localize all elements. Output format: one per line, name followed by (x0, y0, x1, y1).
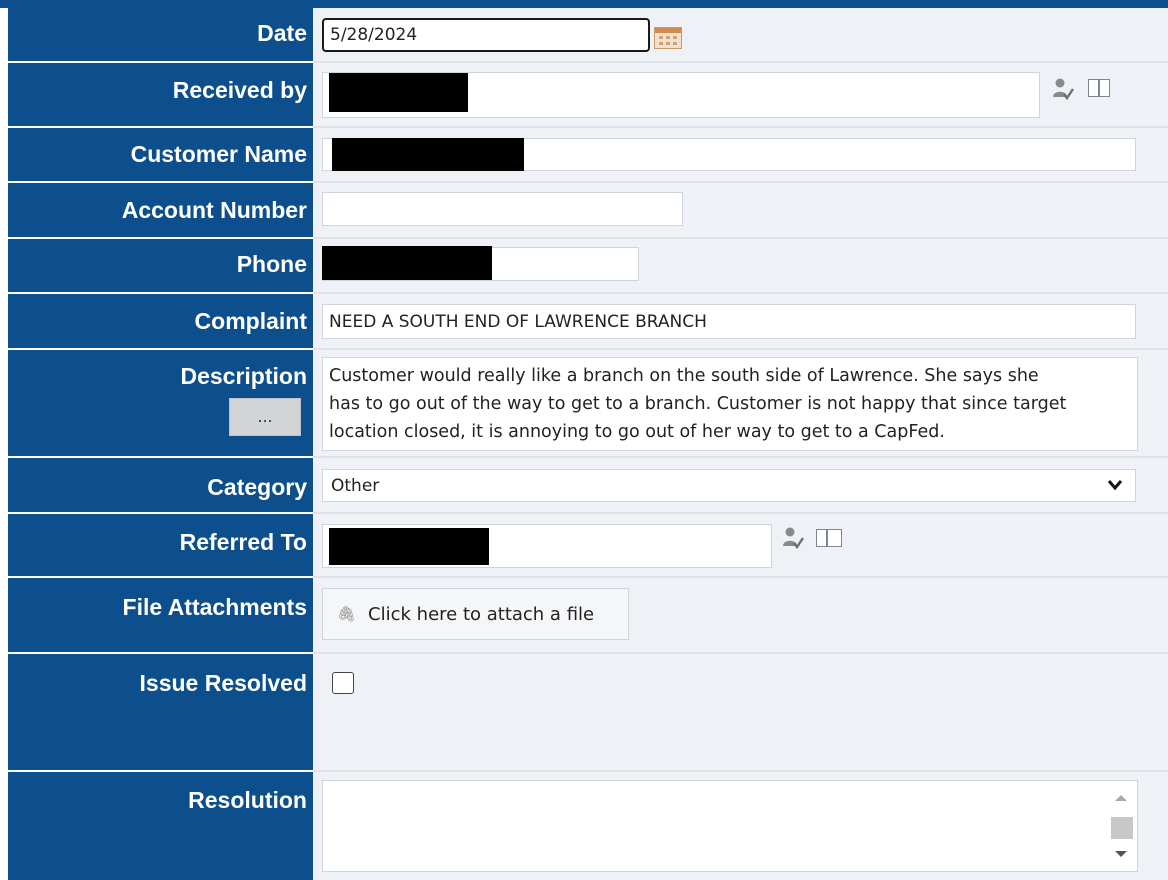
phone-label: Phone (236, 251, 307, 277)
description-line: has to go out of the way to get to a bra… (329, 394, 1067, 414)
date-label: Date (257, 20, 307, 46)
redaction-box (329, 528, 489, 565)
attach-file-button[interactable]: 🖇 Click here to attach a file (322, 588, 629, 640)
scroll-down-icon[interactable] (1115, 851, 1127, 857)
received-by-label: Received by (172, 77, 307, 103)
redaction-box (332, 138, 524, 171)
resolution-scrollbar[interactable] (1106, 781, 1136, 871)
paperclip-icon: 🖇 (337, 605, 357, 623)
redaction-box (329, 73, 468, 112)
issue-resolved-checkbox[interactable] (332, 672, 354, 694)
description-textarea[interactable]: Customer would really like a branch on t… (322, 357, 1138, 451)
file-attachments-label: File Attachments (122, 594, 307, 620)
account-number-label: Account Number (121, 197, 307, 223)
scroll-thumb[interactable] (1111, 817, 1133, 839)
description-line: location closed, it is annoying to go ou… (329, 422, 945, 442)
description-line: Customer would really like a branch on t… (329, 366, 1039, 386)
complaint-input[interactable]: NEED A SOUTH END OF LAWRENCE BRANCH (322, 304, 1136, 339)
referred-to-label: Referred To (179, 529, 307, 555)
header-bar (0, 0, 1168, 8)
calendar-icon[interactable] (654, 27, 682, 49)
redaction-box (322, 246, 492, 280)
attach-file-label: Click here to attach a file (368, 603, 595, 625)
issue-resolved-label: Issue Resolved (139, 670, 307, 696)
address-book-icon[interactable] (816, 529, 842, 547)
resolution-textarea[interactable] (322, 780, 1138, 872)
scroll-up-icon[interactable] (1115, 795, 1127, 801)
address-book-icon[interactable] (1088, 79, 1110, 97)
chevron-down-icon (1107, 480, 1123, 491)
account-number-input[interactable] (322, 192, 683, 226)
description-label: Description (180, 363, 307, 389)
user-picker-icon[interactable] (1052, 77, 1074, 101)
issue-resolved-row: Issue Resolved (8, 654, 1168, 770)
user-picker-icon[interactable] (782, 526, 804, 550)
date-input[interactable]: 5/28/2024 (322, 18, 650, 52)
resolution-label: Resolution (188, 787, 307, 813)
category-selected-value: Other (331, 475, 380, 496)
category-select[interactable]: Other (322, 469, 1136, 502)
customer-name-label: Customer Name (130, 141, 307, 167)
complaint-label: Complaint (194, 308, 307, 334)
description-expand-button[interactable]: ... (229, 398, 301, 436)
category-label: Category (207, 474, 307, 500)
